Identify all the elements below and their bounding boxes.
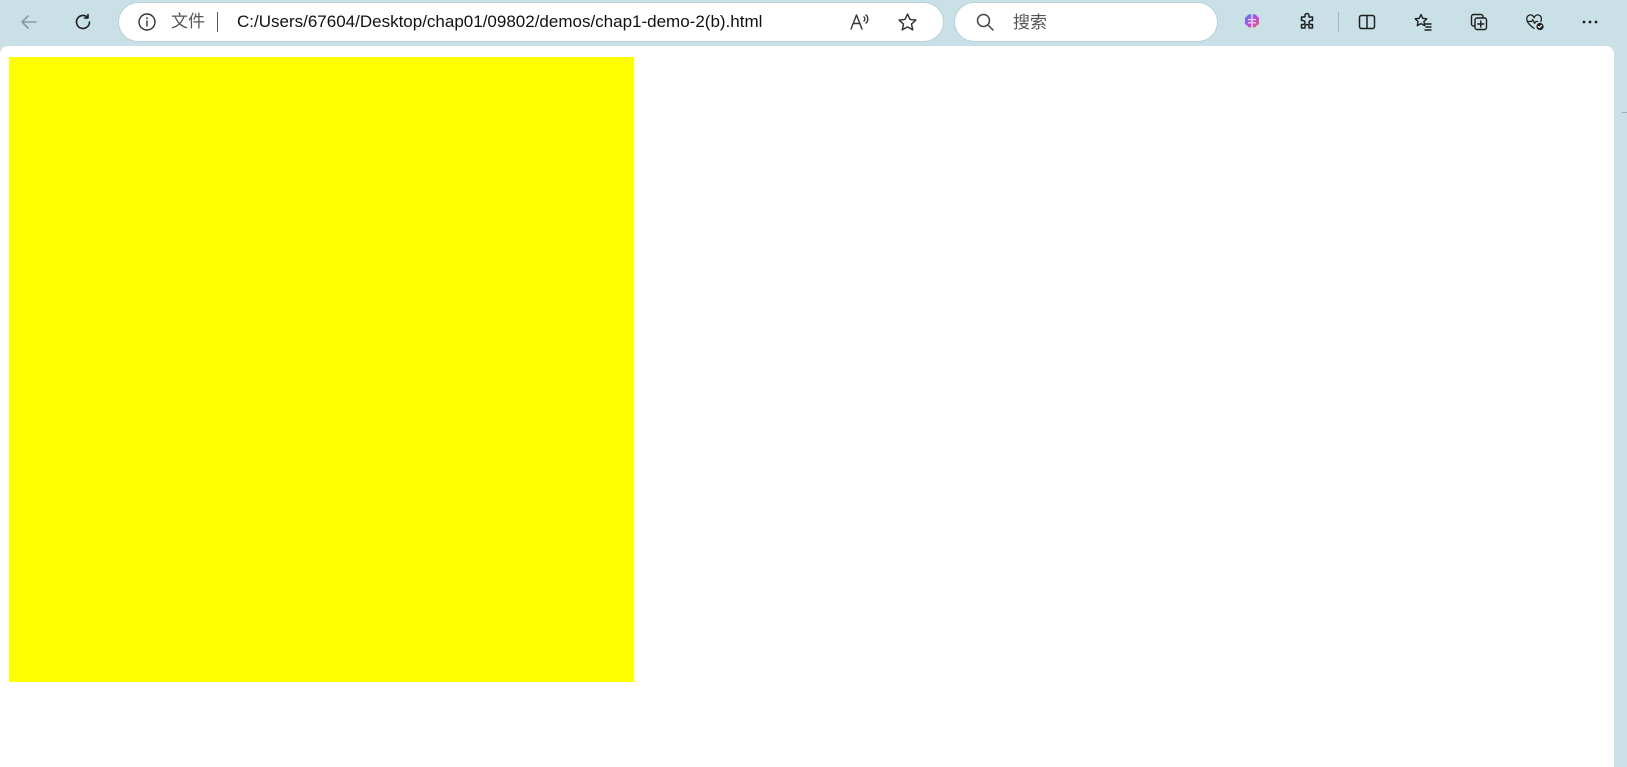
back-arrow-icon — [21, 15, 37, 29]
url-text[interactable]: C:/Users/67604/Desktop/chap01/09802/demo… — [237, 12, 762, 32]
address-bar[interactable]: 文件 C:/Users/67604/Desktop/chap01/09802/d… — [119, 3, 943, 41]
toolbar-divider — [1338, 12, 1339, 32]
back-button[interactable] — [11, 4, 47, 40]
puzzle-icon — [1300, 12, 1314, 29]
more-icon — [1582, 20, 1598, 24]
more-menu-button[interactable] — [1572, 4, 1608, 40]
favorites-list-icon — [1414, 13, 1432, 31]
star-icon — [897, 12, 917, 31]
search-box[interactable] — [955, 3, 1217, 41]
scheme-label: 文件 — [171, 12, 205, 31]
browser-essentials-button[interactable] — [1517, 4, 1553, 40]
search-input[interactable] — [1011, 9, 1205, 37]
address-separator — [217, 12, 218, 32]
favorites-button[interactable] — [1405, 4, 1441, 40]
page-viewport — [0, 46, 1614, 767]
extensions-button[interactable] — [1289, 4, 1325, 40]
browser-toolbar: 文件 C:/Users/67604/Desktop/chap01/09802/d… — [0, 0, 1627, 44]
add-favorite-button[interactable] — [894, 9, 920, 35]
split-screen-button[interactable] — [1349, 4, 1385, 40]
info-icon[interactable] — [137, 12, 157, 32]
read-aloud-icon — [850, 14, 869, 30]
refresh-icon — [75, 13, 91, 30]
collections-icon — [1470, 13, 1488, 31]
window-edge — [1614, 46, 1627, 767]
copilot-button[interactable] — [1234, 4, 1270, 40]
yellow-box — [9, 57, 634, 682]
split-screen-icon — [1358, 14, 1376, 30]
heart-pulse-icon — [1526, 14, 1544, 31]
read-aloud-button[interactable] — [847, 9, 873, 35]
refresh-button[interactable] — [65, 4, 101, 40]
search-icon — [975, 12, 995, 32]
collections-button[interactable] — [1461, 4, 1497, 40]
scrollbar-marker — [1622, 112, 1627, 113]
copilot-icon — [1244, 14, 1260, 28]
